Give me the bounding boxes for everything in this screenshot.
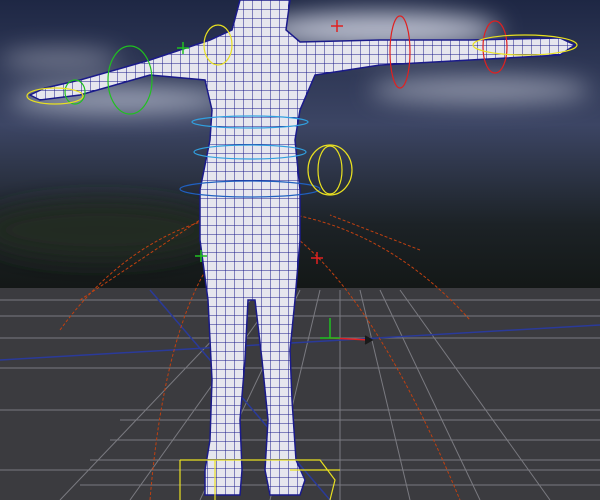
3d-viewport[interactable] — [0, 0, 600, 500]
viewport-canvas[interactable] — [0, 0, 600, 500]
